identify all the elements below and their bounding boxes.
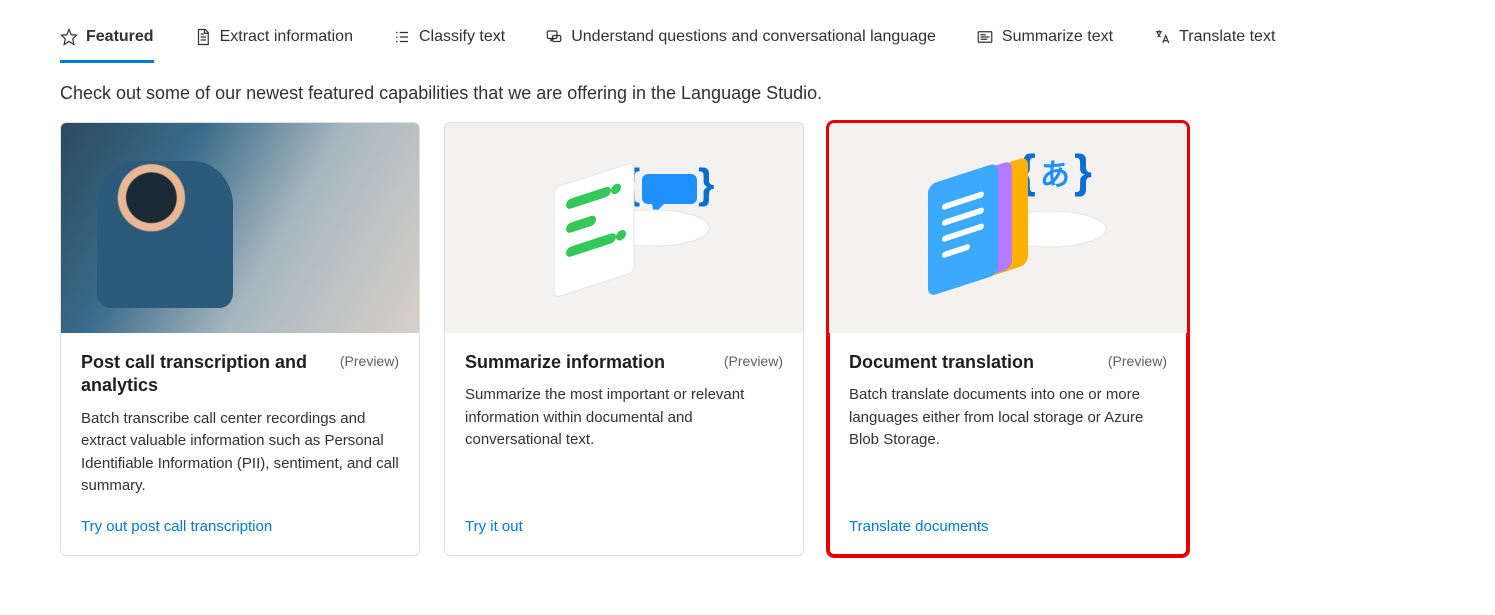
card-media: { } <box>445 123 803 333</box>
card-post-call-transcription[interactable]: Post call transcription and analytics (P… <box>60 122 420 556</box>
tab-bar: Featured Extract information Classify te… <box>60 20 1435 63</box>
card-media <box>61 123 419 333</box>
preview-badge: (Preview) <box>724 353 783 369</box>
translate-illustration-icon: { あ } <box>898 143 1118 313</box>
card-link-try-post-call[interactable]: Try out post call transcription <box>81 518 399 535</box>
card-body: Summarize information (Preview) Summariz… <box>445 333 803 555</box>
tab-label: Featured <box>86 28 154 46</box>
summary-icon <box>976 28 994 46</box>
card-link-try-it-out[interactable]: Try it out <box>465 518 783 535</box>
card-document-translation[interactable]: { あ } <box>828 122 1188 556</box>
card-title: Post call transcription and analytics <box>81 351 330 398</box>
tab-label: Extract information <box>220 28 353 46</box>
card-title-row: Document translation (Preview) <box>849 351 1167 374</box>
tab-label: Classify text <box>419 28 505 46</box>
card-title: Summarize information <box>465 351 665 374</box>
svg-text:あ: あ <box>1040 159 1070 192</box>
tab-extract-information[interactable]: Extract information <box>194 20 353 63</box>
card-description: Batch translate documents into one or mo… <box>849 384 1167 497</box>
card-body: Post call transcription and analytics (P… <box>61 333 419 555</box>
preview-badge: (Preview) <box>340 353 399 369</box>
tab-summarize-text[interactable]: Summarize text <box>976 20 1113 63</box>
document-icon <box>194 28 212 46</box>
card-title: Document translation <box>849 351 1034 374</box>
star-icon <box>60 28 78 46</box>
card-media: { あ } <box>829 123 1187 333</box>
tab-classify-text[interactable]: Classify text <box>393 20 505 63</box>
list-icon <box>393 28 411 46</box>
office-headset-image <box>61 123 419 333</box>
tab-featured[interactable]: Featured <box>60 20 154 63</box>
tab-understand-questions[interactable]: Understand questions and conversational … <box>545 20 936 63</box>
chat-icon <box>545 28 563 46</box>
tab-translate-text[interactable]: Translate text <box>1153 20 1275 63</box>
card-title-row: Post call transcription and analytics (P… <box>81 351 399 398</box>
tab-label: Translate text <box>1179 28 1275 46</box>
card-description: Summarize the most important or relevant… <box>465 384 783 497</box>
svg-text:}: } <box>1074 145 1092 197</box>
card-grid: Post call transcription and analytics (P… <box>60 122 1435 556</box>
intro-text: Check out some of our newest featured ca… <box>60 83 1435 104</box>
preview-badge: (Preview) <box>1108 353 1167 369</box>
svg-text:}: } <box>698 160 714 207</box>
card-body: Document translation (Preview) Batch tra… <box>829 333 1187 555</box>
tab-label: Summarize text <box>1002 28 1113 46</box>
translate-icon <box>1153 28 1171 46</box>
card-link-translate-documents[interactable]: Translate documents <box>849 518 1167 535</box>
card-description: Batch transcribe call center recordings … <box>81 408 399 498</box>
card-summarize-information[interactable]: { } Summarize information <box>444 122 804 556</box>
summarize-illustration-icon: { } <box>524 148 724 308</box>
card-title-row: Summarize information (Preview) <box>465 351 783 374</box>
tab-label: Understand questions and conversational … <box>571 28 936 46</box>
